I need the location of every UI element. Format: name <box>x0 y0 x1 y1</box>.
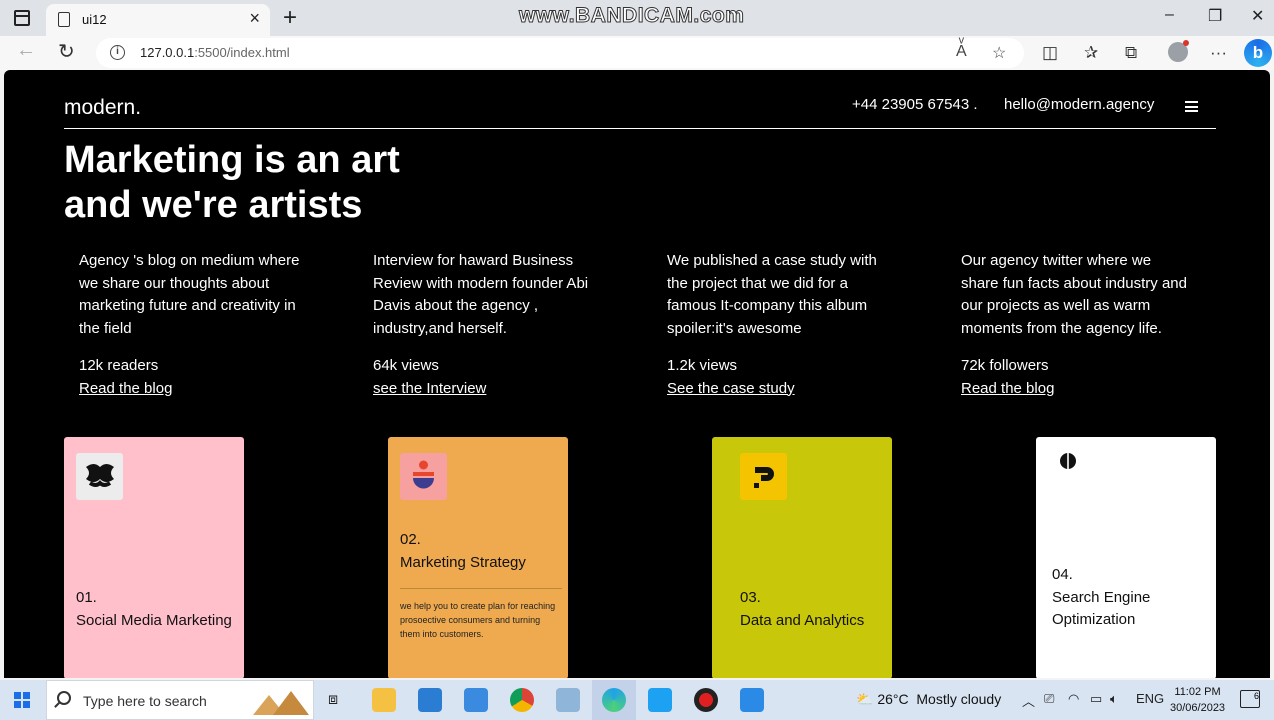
page-icon <box>58 12 70 27</box>
close-window-icon[interactable]: ✕ <box>1251 6 1264 26</box>
favorites-icon[interactable]: ✰ <box>1084 43 1098 63</box>
p-logo-icon <box>740 453 787 500</box>
header-divider <box>64 128 1216 129</box>
favorite-star-icon[interactable]: ☆ <box>992 43 1006 63</box>
browser-titlebar: ui12 × + www.BANDICAM.com – ❐ ✕ <box>0 0 1274 36</box>
column-description: We published a case study with the proje… <box>667 252 877 337</box>
column-link[interactable]: Read the blog <box>79 378 172 401</box>
chevron-up-icon[interactable]: ︿ <box>1022 691 1035 710</box>
tab-title: ui12 <box>82 12 107 27</box>
header-phone[interactable]: +44 23905 67543 . <box>852 96 978 113</box>
card-number: 04. <box>1052 566 1073 583</box>
meet-now-icon[interactable]: ⎚ <box>1044 691 1054 707</box>
chrome-icon[interactable] <box>510 688 534 712</box>
more-menu-icon[interactable]: ··· <box>1210 43 1227 63</box>
vscode-icon[interactable] <box>740 688 764 712</box>
recorder-watermark: www.BANDICAM.com <box>518 4 745 28</box>
card-number: 02. <box>400 531 421 548</box>
column-stat: 64k views <box>373 357 439 374</box>
windows-start-icon[interactable] <box>14 692 30 708</box>
minimize-icon[interactable]: – <box>1165 6 1174 24</box>
browser-toolbar: ← ↻ i 127.0.0.1:5500/index.html Aͮ ☆ ◫ ✰… <box>0 36 1274 70</box>
browser-tab[interactable]: ui12 × <box>46 4 270 36</box>
feature-column-interview: Interview for haward Business Review wit… <box>373 250 601 400</box>
card-title: Marketing Strategy <box>400 553 526 571</box>
task-view-icon[interactable]: ⧈ <box>328 691 338 709</box>
tab-actions-icon[interactable] <box>14 10 30 26</box>
card-body: 04. Search Engine Optimization <box>1052 564 1208 632</box>
close-tab-icon[interactable]: × <box>249 8 260 29</box>
column-description: Our agency twitter where we share fun fa… <box>961 252 1187 337</box>
new-tab-button[interactable]: + <box>283 4 297 32</box>
column-description: Interview for haward Business Review wit… <box>373 252 589 337</box>
hero-heading: Marketing is an art and we're artists <box>64 139 400 226</box>
language-indicator[interactable]: ENG <box>1136 691 1164 706</box>
card-title: Data and Analytics <box>740 611 865 629</box>
mail-icon[interactable] <box>464 688 488 712</box>
address-bar[interactable]: i 127.0.0.1:5500/index.html Aͮ ☆ <box>96 38 1024 68</box>
card-description: we help you to create plan for reaching … <box>400 601 556 639</box>
back-arrow-icon[interactable]: ← <box>16 39 36 62</box>
wifi-icon[interactable]: ◠ <box>1068 691 1079 707</box>
service-card-seo[interactable]: 04. Search Engine Optimization <box>1036 437 1216 678</box>
column-stat: 1.2k views <box>667 357 738 374</box>
taskbar-clock[interactable]: 11:02 PM 30/06/2023 <box>1170 684 1225 716</box>
card-divider <box>400 588 562 589</box>
bandicam-record-icon[interactable] <box>694 688 718 712</box>
site-info-icon[interactable]: i <box>110 45 125 60</box>
reload-icon[interactable]: ↻ <box>58 39 75 64</box>
feature-column-twitter: Our agency twitter where we share fun fa… <box>961 250 1189 400</box>
feature-column-case-study: We published a case study with the proje… <box>667 250 895 400</box>
service-card-marketing-strategy[interactable]: 02. Marketing Strategy we help you to cr… <box>388 437 568 678</box>
split-screen-icon[interactable]: ◫ <box>1042 43 1058 63</box>
notification-icon[interactable]: 6 <box>1240 690 1260 708</box>
column-stat: 12k readers <box>79 357 159 374</box>
read-aloud-icon[interactable]: Aͮ <box>956 43 967 61</box>
search-icon <box>57 691 71 705</box>
volume-icon[interactable]: 🔈︎ <box>1110 691 1118 707</box>
skype-icon[interactable] <box>648 688 672 712</box>
card-body: 03. Data and Analytics <box>740 587 896 632</box>
file-explorer-icon[interactable] <box>372 688 396 712</box>
weather-widget[interactable]: ⛅ 26°C Mostly cloudy <box>856 691 1001 708</box>
feature-column-blog: Agency 's blog on medium where we share … <box>79 250 307 400</box>
card-number: 03. <box>740 589 761 606</box>
site-logo[interactable]: modern. <box>64 96 141 120</box>
card-title: Social Media Marketing <box>76 611 232 629</box>
header-email[interactable]: hello@modern.agency <box>1004 96 1154 113</box>
card-title: Search Engine Optimization <box>1052 588 1151 629</box>
service-card-social-media[interactable]: 01. Social Media Marketing <box>64 437 244 678</box>
url-text[interactable]: 127.0.0.1:5500/index.html <box>140 45 290 60</box>
app-icon[interactable] <box>556 688 580 712</box>
column-stat: 72k followers <box>961 357 1049 374</box>
half-circle-icon <box>1058 451 1078 471</box>
hamburger-menu-icon[interactable] <box>1185 101 1198 112</box>
bing-copilot-icon[interactable]: b <box>1244 39 1272 67</box>
search-placeholder: Type here to search <box>83 693 207 709</box>
taskbar-search[interactable]: Type here to search <box>46 680 314 720</box>
edge-icon[interactable] <box>602 688 626 712</box>
card-number: 01. <box>76 589 97 606</box>
profile-status-dot <box>1183 40 1189 46</box>
battery-icon[interactable]: ▭ <box>1090 691 1102 707</box>
card-body: 01. Social Media Marketing <box>76 587 232 632</box>
figure-logo-icon <box>400 453 447 500</box>
column-link[interactable]: See the case study <box>667 378 795 401</box>
service-card-data-analytics[interactable]: 03. Data and Analytics <box>712 437 892 678</box>
column-link[interactable]: see the Interview <box>373 378 486 401</box>
page-viewport: modern. +44 23905 67543 . hello@modern.a… <box>4 70 1270 678</box>
swirl-logo-icon <box>76 453 123 500</box>
collections-icon[interactable]: ⧉ <box>1125 43 1137 63</box>
column-link[interactable]: Read the blog <box>961 378 1054 401</box>
microsoft-store-icon[interactable] <box>418 688 442 712</box>
column-description: Agency 's blog on medium where we share … <box>79 252 300 337</box>
card-body: 02. Marketing Strategy we help you to cr… <box>400 529 562 641</box>
windows-taskbar: Type here to search ⧈ ⛅ 26°C Mostly clou… <box>0 680 1274 720</box>
restore-icon[interactable]: ❐ <box>1208 6 1222 26</box>
pyramids-icon <box>253 691 309 715</box>
